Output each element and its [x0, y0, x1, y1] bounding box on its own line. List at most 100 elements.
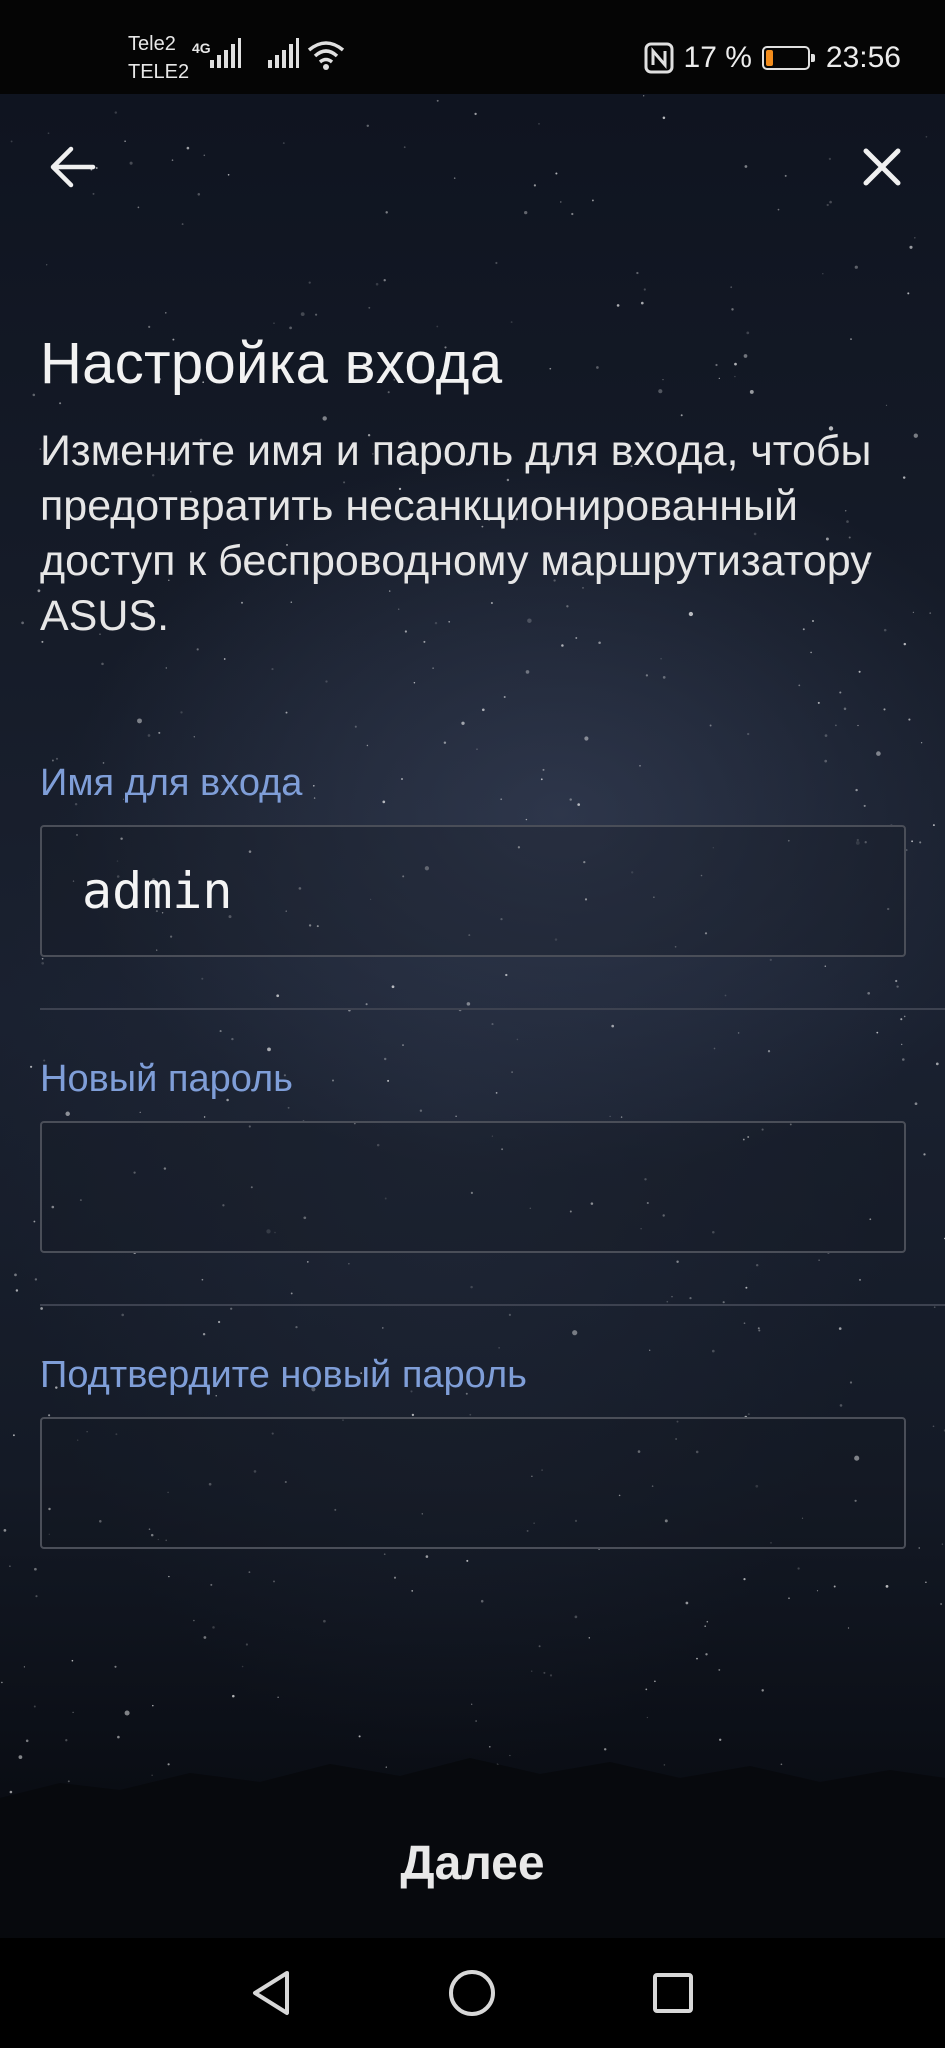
star	[609, 1115, 611, 1118]
star	[769, 958, 772, 962]
star	[381, 1327, 384, 1329]
star	[510, 321, 513, 324]
star	[722, 1301, 725, 1304]
star	[933, 1306, 936, 1309]
star	[3, 1529, 7, 1532]
star	[181, 223, 184, 226]
star	[743, 1578, 746, 1581]
star	[419, 1109, 423, 1112]
star	[911, 840, 914, 843]
star	[824, 965, 827, 968]
star	[203, 154, 206, 157]
signal-icon	[268, 38, 299, 68]
star	[12, 1434, 15, 1437]
star	[560, 201, 562, 203]
star	[495, 261, 498, 265]
star	[480, 1599, 484, 1603]
star	[709, 724, 712, 727]
star	[542, 768, 545, 771]
star	[932, 824, 935, 827]
star	[643, 288, 646, 291]
star	[855, 788, 858, 792]
back-button[interactable]	[37, 131, 109, 203]
star	[436, 99, 439, 102]
confirm-password-input[interactable]	[40, 1417, 906, 1549]
star	[500, 798, 503, 801]
star	[383, 1553, 386, 1556]
nav-home-button[interactable]	[437, 1958, 507, 2028]
star	[124, 140, 126, 143]
star	[923, 1153, 926, 1156]
star	[245, 1643, 248, 1646]
arrow-left-icon	[50, 146, 96, 188]
star	[403, 146, 406, 149]
star	[413, 682, 416, 684]
next-button[interactable]: Далее	[0, 1836, 945, 1910]
star	[219, 1030, 222, 1033]
star	[121, 1313, 124, 1317]
star	[470, 1285, 473, 1289]
star	[747, 1413, 750, 1416]
login-name-value: admin	[82, 862, 233, 920]
star	[180, 711, 183, 714]
star	[858, 670, 861, 673]
star	[743, 1322, 746, 1325]
star	[201, 977, 204, 980]
star	[402, 1044, 404, 1047]
star	[481, 708, 485, 712]
screen: Tele2 TELE2 4G 17 % 23:56 Настройка вход…	[0, 0, 945, 2048]
star	[71, 1659, 74, 1662]
confirm-password-label: Подтвердите новый пароль	[40, 1354, 527, 1396]
star	[857, 724, 859, 727]
nav-back-button[interactable]	[236, 1958, 306, 2028]
nav-recents-button[interactable]	[638, 1958, 708, 2028]
new-password-label: Новый пароль	[40, 1058, 293, 1100]
star	[711, 1349, 715, 1353]
star	[34, 1567, 37, 1571]
star	[308, 281, 311, 284]
star	[387, 1079, 390, 1082]
star	[571, 212, 574, 216]
star	[203, 1116, 206, 1118]
close-button[interactable]	[846, 131, 918, 203]
battery-icon	[761, 46, 815, 70]
star	[833, 1585, 836, 1588]
star	[411, 1413, 415, 1417]
star	[165, 667, 167, 669]
star	[46, 264, 48, 266]
star	[826, 203, 829, 207]
star	[40, 1307, 43, 1310]
star	[503, 696, 506, 698]
star	[907, 292, 910, 295]
star	[325, 680, 328, 683]
star	[920, 742, 923, 744]
star	[829, 200, 832, 204]
star	[491, 1023, 494, 1026]
star	[382, 800, 386, 804]
star	[925, 135, 928, 138]
star	[662, 116, 666, 120]
star	[41, 961, 45, 965]
star	[276, 994, 280, 998]
star	[885, 404, 888, 406]
star	[918, 1547, 920, 1549]
star	[914, 1102, 918, 1106]
star	[743, 354, 748, 358]
star	[65, 1111, 70, 1117]
star	[636, 271, 639, 275]
star	[476, 748, 478, 750]
star	[828, 157, 832, 161]
new-password-input[interactable]	[40, 1121, 906, 1253]
star	[322, 416, 327, 421]
star	[171, 159, 174, 161]
star	[10, 140, 13, 143]
login-name-input[interactable]: admin	[40, 825, 906, 957]
star	[393, 1576, 397, 1579]
star	[680, 414, 683, 417]
carrier-info: Tele2 TELE2	[128, 30, 189, 86]
star	[839, 1404, 843, 1407]
star	[788, 1597, 790, 1600]
star	[466, 1002, 471, 1006]
star	[231, 1037, 234, 1041]
star	[810, 651, 812, 654]
